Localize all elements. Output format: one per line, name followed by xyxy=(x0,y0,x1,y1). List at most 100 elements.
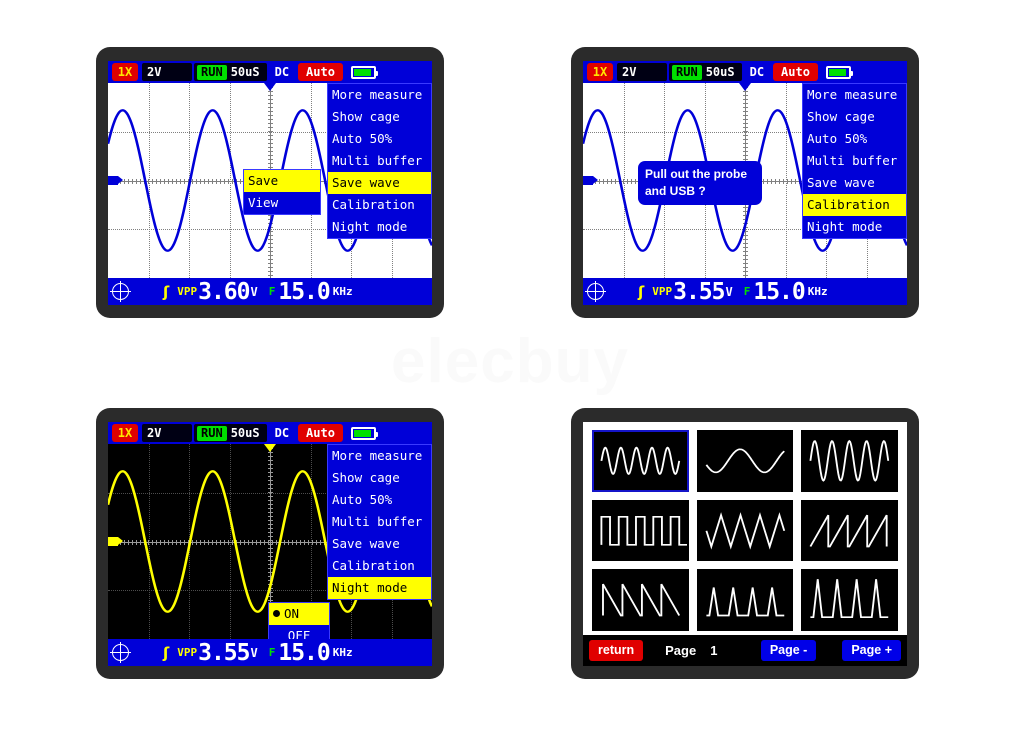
freq-label: F xyxy=(743,285,751,298)
menu-item-show-cage[interactable]: Show cage xyxy=(803,106,906,128)
probe-attenuation-badge[interactable]: 1X xyxy=(587,63,613,81)
page-label: Page xyxy=(665,643,697,658)
time-per-div[interactable]: 50uS xyxy=(227,424,264,442)
menu-item-save-wave[interactable]: Save wave xyxy=(803,172,906,194)
thumbnail-sine-1-5-cycles[interactable] xyxy=(696,430,794,492)
menu-item-save-wave[interactable]: Save wave xyxy=(328,172,431,194)
waveform-plot-area[interactable]: More measure Show cage Auto 50% Multi bu… xyxy=(108,83,432,278)
trigger-mode-badge[interactable]: Auto xyxy=(298,63,343,81)
measurement-bar: ʃ VPP 3.60 V F 15.0 KHz xyxy=(108,278,432,305)
thumbnail-sawtooth-rising[interactable] xyxy=(801,499,898,562)
rising-edge-icon: ʃ xyxy=(163,282,170,301)
measurement-bar: ʃ VPP 3.55 V F 15.0 KHz xyxy=(108,639,432,666)
vpp-label: VPP xyxy=(177,285,198,298)
thumbnail-tall-spike-train[interactable] xyxy=(801,569,898,631)
waveform-plot-area[interactable]: More measure Show cage Auto 50% Multi bu… xyxy=(583,83,907,278)
crosshair-icon[interactable] xyxy=(585,281,606,302)
trigger-mode-badge[interactable]: Auto xyxy=(298,424,343,442)
run-state-badge[interactable]: RUN xyxy=(672,64,702,80)
menu-item-show-cage[interactable]: Show cage xyxy=(328,106,431,128)
rising-edge-icon: ʃ xyxy=(163,643,170,662)
thumbnail-sine-5-cycles[interactable] xyxy=(592,430,689,492)
vpp-label: VPP xyxy=(652,285,673,298)
menu-item-night-mode[interactable]: Night mode xyxy=(328,577,431,599)
thumbnail-sine-4-5-cycles-tall[interactable] xyxy=(801,430,898,492)
menu-item-multi-buffer[interactable]: Multi buffer xyxy=(803,150,906,172)
thumbnail-triangle-wave[interactable] xyxy=(696,499,794,562)
battery-icon xyxy=(825,65,853,79)
vpp-unit: V xyxy=(725,284,733,299)
rising-edge-icon: ʃ xyxy=(638,282,645,301)
status-bar: 1X 2V RUN 50uS DC Auto xyxy=(108,422,432,444)
watermark-text: elecbuy xyxy=(391,327,629,396)
main-menu[interactable]: More measure Show cage Auto 50% Multi bu… xyxy=(327,444,432,600)
page-next-button[interactable]: Page + xyxy=(842,640,901,661)
wave-gallery: return Page 1 Page - Page + xyxy=(583,422,907,666)
probe-attenuation-badge[interactable]: 1X xyxy=(112,424,138,442)
return-button[interactable]: return xyxy=(589,640,644,661)
coupling-badge[interactable]: DC xyxy=(271,424,293,442)
menu-item-more-measure[interactable]: More measure xyxy=(328,445,431,467)
volts-per-div[interactable]: 2V xyxy=(147,424,161,442)
menu-item-more-measure[interactable]: More measure xyxy=(328,84,431,106)
vpp-unit: V xyxy=(250,284,258,299)
battery-icon xyxy=(350,65,378,79)
thumbnail-narrow-pulse-train[interactable] xyxy=(696,569,794,631)
submenu-item-save[interactable]: Save xyxy=(244,170,320,192)
menu-item-calibration[interactable]: Calibration xyxy=(803,194,906,216)
menu-item-save-wave[interactable]: Save wave xyxy=(328,533,431,555)
probe-attenuation-badge[interactable]: 1X xyxy=(112,63,138,81)
vpp-value: 3.55 xyxy=(673,278,725,305)
freq-label: F xyxy=(268,285,276,298)
menu-item-multi-buffer[interactable]: Multi buffer xyxy=(328,150,431,172)
thumbnail-sawtooth-falling[interactable] xyxy=(592,569,689,631)
freq-label: F xyxy=(268,646,276,659)
menu-item-more-measure[interactable]: More measure xyxy=(803,84,906,106)
main-menu[interactable]: More measure Show cage Auto 50% Multi bu… xyxy=(327,83,432,239)
volts-per-div[interactable]: 2V xyxy=(622,63,636,81)
menu-item-night-mode[interactable]: Night mode xyxy=(328,216,431,238)
dialog-line-1: Pull out the probe xyxy=(645,167,747,181)
coupling-badge[interactable]: DC xyxy=(746,63,768,81)
night-mode-submenu[interactable]: ON OFF xyxy=(268,602,330,639)
vpp-value: 3.55 xyxy=(198,639,250,666)
submenu-item-off[interactable]: OFF xyxy=(269,625,329,639)
menu-item-night-mode[interactable]: Night mode xyxy=(803,216,906,238)
thumbnail-square-wave[interactable] xyxy=(592,499,689,562)
menu-item-auto-50[interactable]: Auto 50% xyxy=(328,489,431,511)
dialog-line-2: and USB ? xyxy=(645,184,706,198)
coupling-badge[interactable]: DC xyxy=(271,63,293,81)
menu-item-auto-50[interactable]: Auto 50% xyxy=(803,128,906,150)
menu-item-calibration[interactable]: Calibration xyxy=(328,194,431,216)
menu-item-calibration[interactable]: Calibration xyxy=(328,555,431,577)
trigger-mode-badge[interactable]: Auto xyxy=(773,63,818,81)
freq-value: 15.0 xyxy=(278,278,330,305)
menu-item-show-cage[interactable]: Show cage xyxy=(328,467,431,489)
submenu-item-view[interactable]: View xyxy=(244,192,320,214)
time-per-div[interactable]: 50uS xyxy=(227,63,264,81)
menu-item-multi-buffer[interactable]: Multi buffer xyxy=(328,511,431,533)
run-state-badge[interactable]: RUN xyxy=(197,425,227,441)
page-prev-button[interactable]: Page - xyxy=(760,640,817,661)
volts-per-div[interactable]: 2V xyxy=(147,63,161,81)
battery-icon xyxy=(350,426,378,440)
submenu-item-on[interactable]: ON xyxy=(269,603,329,625)
screen-wave-gallery: return Page 1 Page - Page + xyxy=(583,422,907,666)
confirm-dialog[interactable]: Pull out the probe and USB ? xyxy=(638,161,762,205)
oscilloscope-device-calibration: 1X 2V RUN 50uS DC Auto More measure Show… xyxy=(571,47,919,318)
screen-night-mode: 1X 2V RUN 50uS DC Auto More measure Show… xyxy=(108,422,432,666)
waveform-plot-area[interactable]: More measure Show cage Auto 50% Multi bu… xyxy=(108,444,432,639)
main-menu[interactable]: More measure Show cage Auto 50% Multi bu… xyxy=(802,83,907,239)
crosshair-icon[interactable] xyxy=(110,281,131,302)
save-wave-submenu[interactable]: Save View xyxy=(243,169,321,215)
time-per-div[interactable]: 50uS xyxy=(702,63,739,81)
menu-item-auto-50[interactable]: Auto 50% xyxy=(328,128,431,150)
run-state-badge[interactable]: RUN xyxy=(197,64,227,80)
crosshair-icon[interactable] xyxy=(110,642,131,663)
radio-selected-icon xyxy=(273,610,280,617)
screen-calibration: 1X 2V RUN 50uS DC Auto More measure Show… xyxy=(583,61,907,305)
freq-value: 15.0 xyxy=(278,639,330,666)
oscilloscope-device-wave-gallery: return Page 1 Page - Page + xyxy=(571,408,919,679)
status-bar: 1X 2V RUN 50uS DC Auto xyxy=(583,61,907,83)
vpp-label: VPP xyxy=(177,646,198,659)
